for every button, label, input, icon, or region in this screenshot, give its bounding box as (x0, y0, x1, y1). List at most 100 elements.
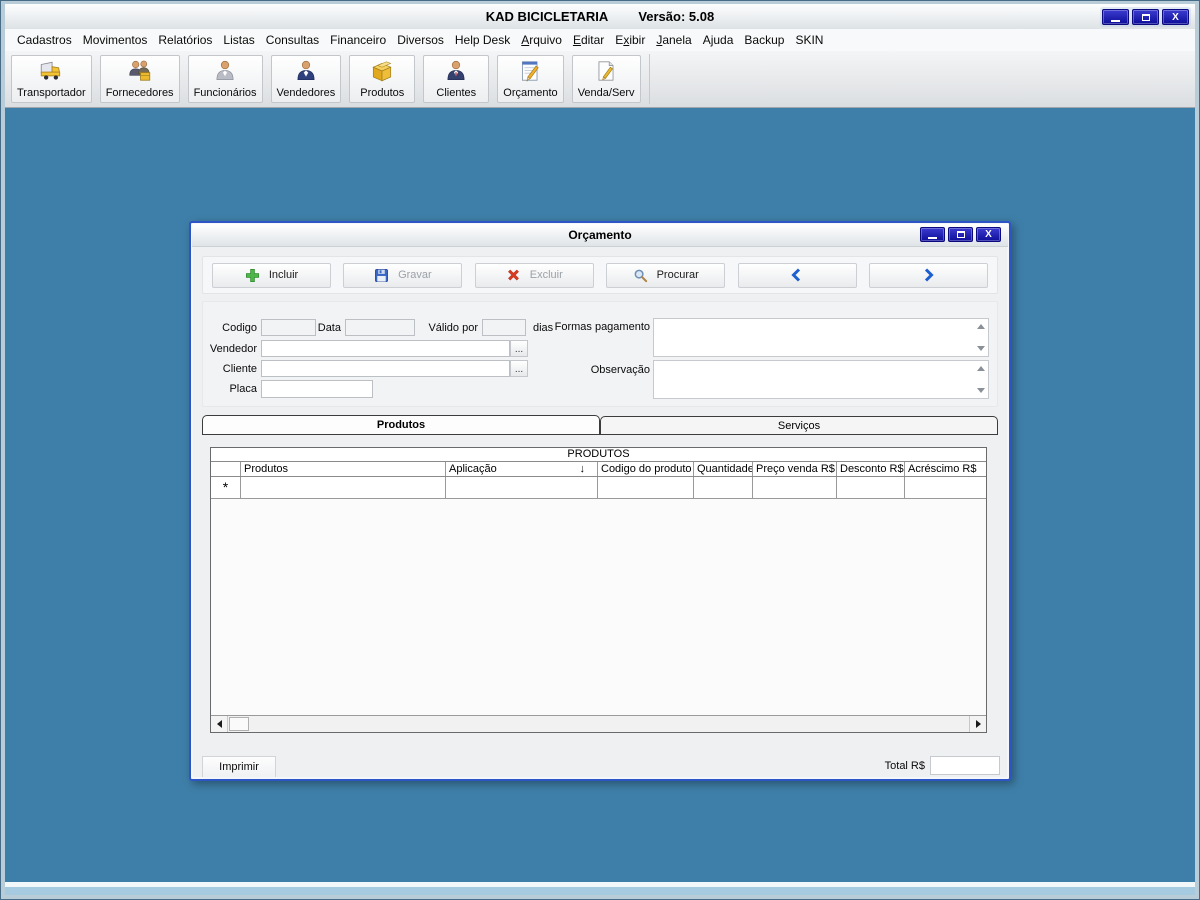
column-header-preco-venda[interactable]: Preço venda R$ (753, 462, 837, 476)
dialog-close-button[interactable]: X (976, 227, 1001, 242)
column-header-aplicacao[interactable]: Aplicação ↓ (446, 462, 598, 476)
observacao-label: Observação (590, 364, 650, 376)
toolbar-fornecedores-button[interactable]: Fornecedores (99, 55, 180, 103)
scrollbar-thumb[interactable] (229, 717, 249, 731)
toolbar: Transportador Fornecedores Funcionários … (5, 51, 1195, 108)
minimize-icon (928, 237, 937, 239)
employee-icon (216, 60, 234, 80)
toolbar-funcionarios-button[interactable]: Funcionários (187, 55, 263, 103)
menu-arquivo[interactable]: Arquivo (521, 33, 562, 47)
menu-cadastros[interactable]: Cadastros (17, 33, 72, 47)
chevron-right-icon (925, 268, 935, 282)
formas-pagamento-memo (653, 318, 989, 357)
scroll-down-button[interactable] (974, 385, 987, 396)
grid-header-row: Produtos Aplicação ↓ Codigo do produto Qu… (211, 462, 986, 477)
scroll-down-button[interactable] (974, 343, 987, 354)
salesman-icon (297, 60, 315, 80)
menu-diversos[interactable]: Diversos (397, 33, 444, 47)
imprimir-button[interactable]: Imprimir (202, 756, 276, 777)
scroll-up-button[interactable] (974, 321, 987, 332)
cell-aplicacao[interactable] (446, 477, 598, 498)
column-header-desconto[interactable]: Desconto R$ (837, 462, 905, 476)
vendedor-lookup-button[interactable]: ... (510, 340, 528, 357)
bottom-strip-blue (5, 887, 1195, 895)
menu-editar[interactable]: Editar (573, 33, 604, 47)
minimize-button[interactable] (1102, 9, 1129, 25)
toolbar-clientes-button[interactable]: Clientes (423, 55, 490, 103)
minimize-icon (1111, 19, 1120, 22)
cell-desconto[interactable] (837, 477, 905, 498)
action-panel: Incluir Gravar Excluir Procurar (202, 256, 998, 294)
gravar-button[interactable]: Gravar (343, 262, 463, 288)
excluir-button[interactable]: Excluir (474, 262, 594, 288)
grid-indicator-header (211, 462, 241, 476)
previous-record-button[interactable] (737, 262, 857, 288)
cell-codigo-produto[interactable] (598, 477, 694, 498)
scroll-up-button[interactable] (974, 363, 987, 374)
menu-consultas[interactable]: Consultas (266, 33, 319, 47)
incluir-button[interactable]: Incluir (212, 262, 331, 288)
close-icon: X (1172, 11, 1179, 23)
triangle-up-icon (976, 324, 985, 329)
orcamento-window-controls: X (920, 227, 1001, 242)
triangle-down-icon (976, 346, 985, 351)
dialog-minimize-button[interactable] (920, 227, 945, 242)
toolbar-orcamento-button[interactable]: Orçamento (497, 55, 564, 103)
cliente-lookup-button[interactable]: ... (510, 360, 528, 377)
data-input[interactable] (345, 319, 415, 336)
scrollbar-track[interactable] (249, 716, 969, 732)
codigo-label: Codigo (222, 322, 257, 334)
cell-acrescimo[interactable] (905, 477, 986, 498)
app-version: Versão: 5.08 (638, 9, 715, 24)
column-header-produtos[interactable]: Produtos (241, 462, 446, 476)
menu-listas[interactable]: Listas (223, 33, 254, 47)
main-titlebar: KAD BICICLETARIA Versão: 5.08 X (5, 4, 1195, 29)
menu-help-desk[interactable]: Help Desk (455, 33, 510, 47)
data-label: Data (317, 322, 341, 334)
scroll-left-button[interactable] (211, 716, 228, 732)
cell-preco-venda[interactable] (753, 477, 837, 498)
form-panel: Codigo Data Válido por dias Formas pagam… (202, 301, 998, 407)
next-record-button[interactable] (868, 262, 988, 288)
menu-financeiro[interactable]: Financeiro (330, 33, 386, 47)
page-pencil-icon (598, 61, 614, 81)
column-header-codigo-produto[interactable]: Codigo do produto (598, 462, 694, 476)
dialog-maximize-button[interactable] (948, 227, 973, 242)
cell-quantidade[interactable] (694, 477, 753, 498)
valido-por-input[interactable] (482, 319, 526, 336)
cell-produtos[interactable] (241, 477, 446, 498)
menu-movimentos[interactable]: Movimentos (83, 33, 148, 47)
main-window: KAD BICICLETARIA Versão: 5.08 X Cadastro… (0, 0, 1200, 900)
tab-produtos[interactable]: Produtos (202, 415, 600, 435)
menu-exibir[interactable]: Exibir (615, 33, 645, 47)
tab-servicos[interactable]: Serviços (600, 416, 998, 435)
cliente-label: Cliente (222, 363, 257, 375)
maximize-button[interactable] (1132, 9, 1159, 25)
grid-new-row: * (211, 477, 986, 499)
observacao-input[interactable] (654, 361, 973, 398)
cliente-input[interactable] (261, 360, 510, 377)
total-label: Total R$ (884, 760, 925, 772)
formas-pagamento-input[interactable] (654, 319, 973, 356)
menu-relatorios[interactable]: Relatórios (158, 33, 212, 47)
menu-skin[interactable]: SKIN (795, 33, 823, 47)
menu-ajuda[interactable]: Ajuda (703, 33, 734, 47)
toolbar-venda-serv-button[interactable]: Venda/Serv (571, 55, 641, 103)
total-input[interactable] (930, 756, 1000, 775)
vendedor-input[interactable] (261, 340, 510, 357)
column-header-quantidade[interactable]: Quantidade (694, 462, 753, 476)
menu-backup[interactable]: Backup (744, 33, 784, 47)
close-button[interactable]: X (1162, 9, 1189, 25)
column-header-acrescimo[interactable]: Acréscimo R$ (905, 462, 986, 476)
procurar-button[interactable]: Procurar (606, 262, 726, 288)
toolbar-transportador-button[interactable]: Transportador (11, 55, 92, 103)
sort-descending-icon: ↓ (579, 463, 586, 475)
orcamento-title: Orçamento (568, 228, 632, 242)
toolbar-vendedores-button[interactable]: Vendedores (270, 55, 342, 103)
toolbar-produtos-button[interactable]: Produtos (349, 55, 416, 103)
scroll-right-button[interactable] (969, 716, 986, 732)
grid-title: PRODUTOS (211, 448, 986, 462)
vendedor-label: Vendedor (209, 343, 257, 355)
menu-janela[interactable]: Janela (656, 33, 691, 47)
placa-input[interactable] (261, 380, 373, 398)
